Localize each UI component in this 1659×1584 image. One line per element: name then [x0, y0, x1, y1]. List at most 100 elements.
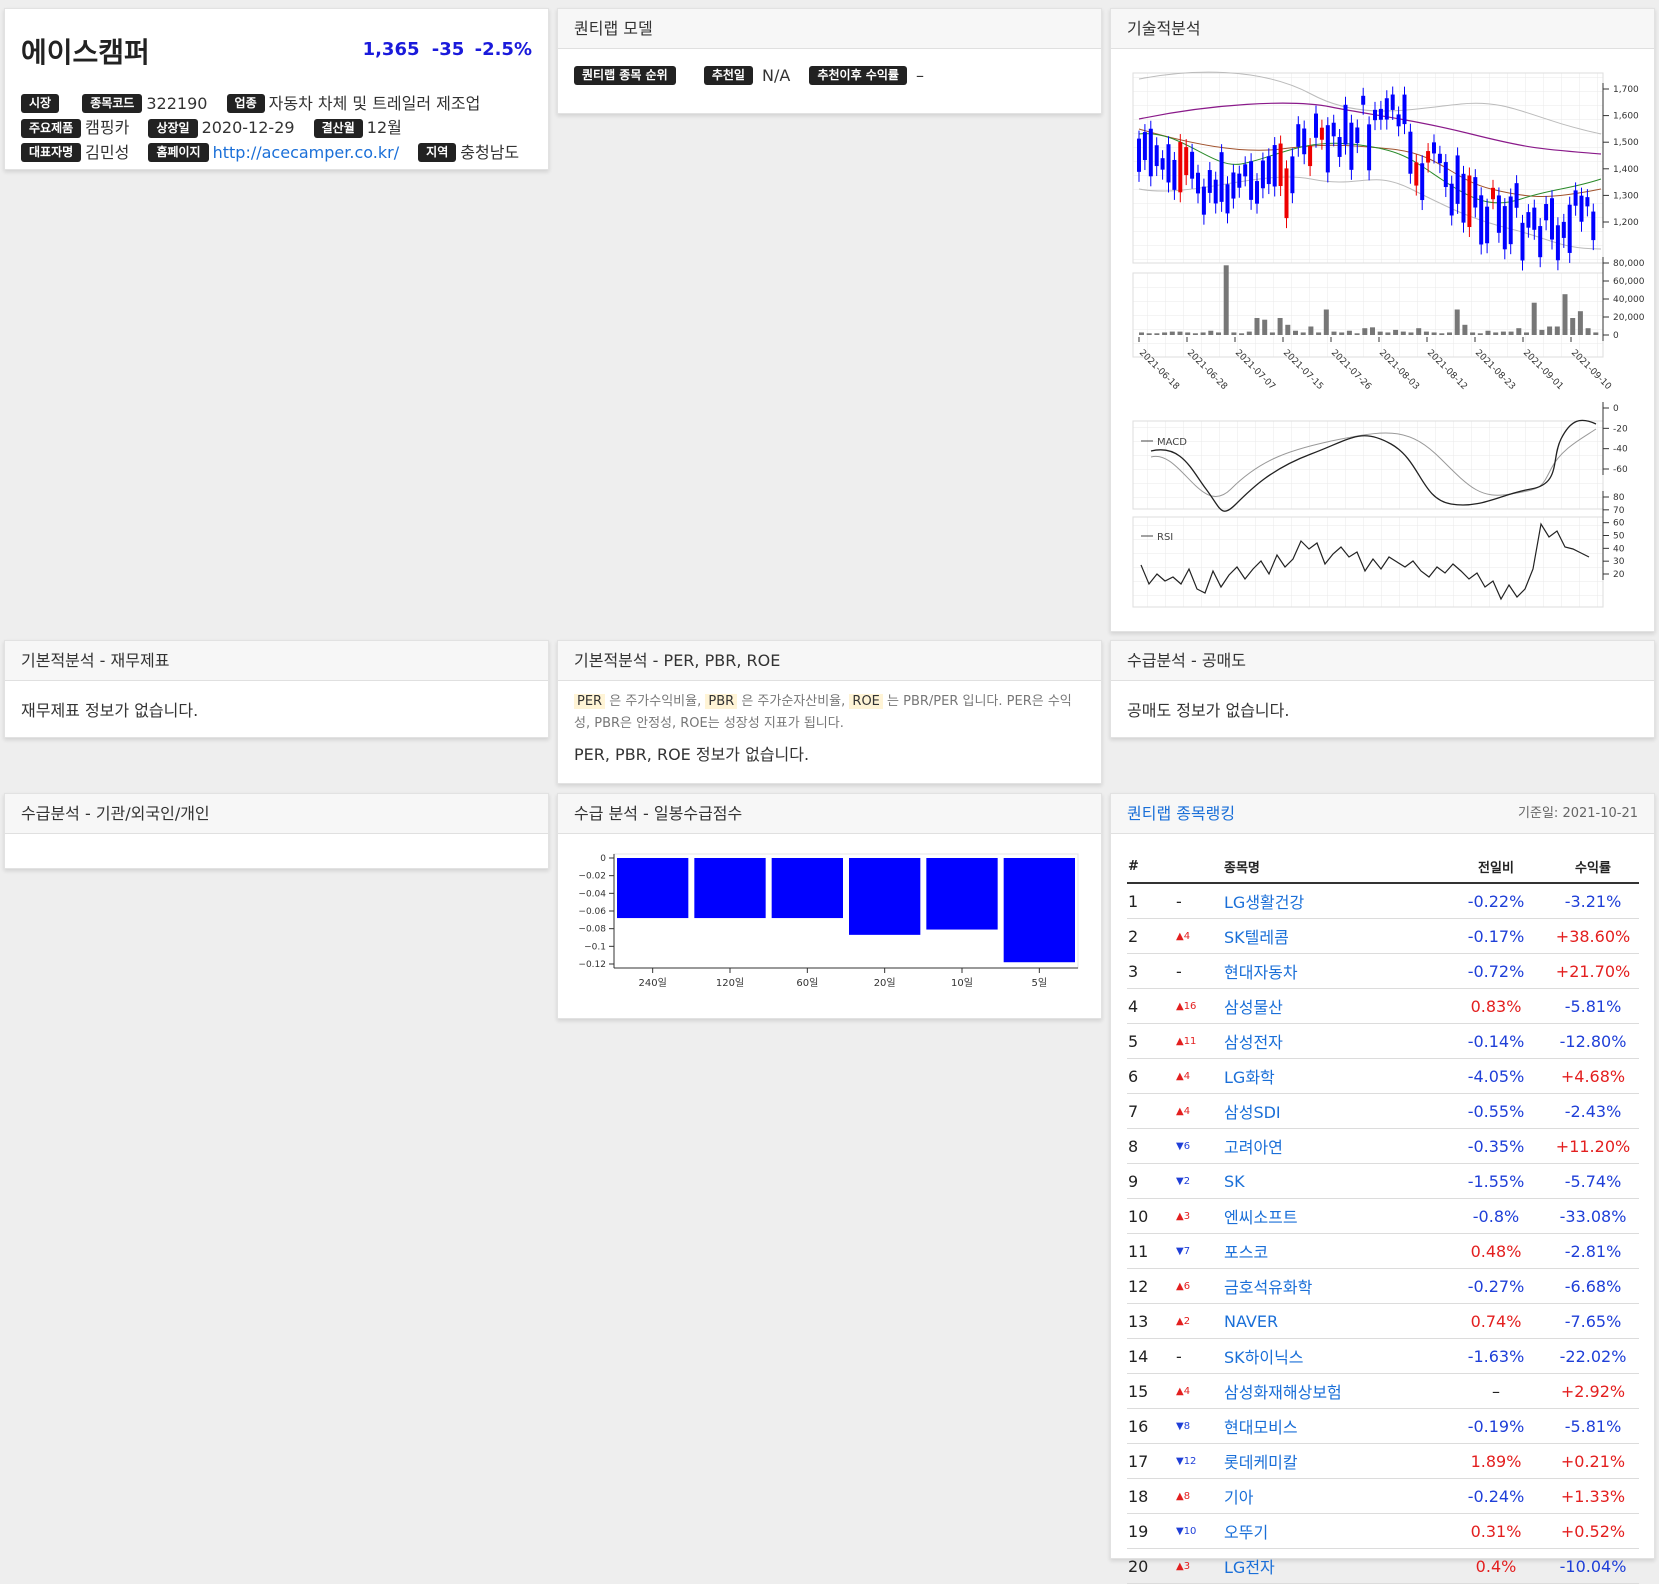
volume-bar	[1346, 330, 1352, 335]
candle-body	[1308, 146, 1313, 167]
fiscal-badge: 결산월	[313, 118, 363, 138]
ranking-row[interactable]: 2 ▲4 SK텔레콤 -0.17% +38.60%	[1127, 918, 1639, 954]
homepage-link[interactable]: http://acecamper.co.kr/	[213, 143, 399, 162]
ranking-row[interactable]: 1- LG생활건강 -0.22% -3.21%	[1127, 883, 1639, 919]
rsi-axis: 80 70 60 50 40 30 20	[1602, 491, 1625, 580]
volume-bar	[1554, 326, 1560, 335]
volume-bar	[1239, 333, 1245, 335]
ranking-row[interactable]: 6 ▲4 LG화학 -4.05% +4.68%	[1127, 1058, 1639, 1094]
rank-move: ▲4	[1175, 918, 1223, 954]
rank-number: 10	[1127, 1198, 1175, 1234]
candle-body	[1414, 162, 1419, 186]
volume-bar	[1377, 331, 1383, 335]
ceo-value: 김민성	[85, 142, 130, 162]
stock-name-link[interactable]: SK하이닉스	[1223, 1338, 1445, 1374]
stock-name-link[interactable]: 포스코	[1223, 1233, 1445, 1269]
volume-bar	[1531, 302, 1537, 335]
candle-body	[1467, 175, 1472, 228]
stock-name-link[interactable]: 오뚜기	[1223, 1513, 1445, 1549]
stock-price: 1,365	[362, 39, 420, 60]
ranking-row[interactable]: 4 ▲16 삼성물산 0.83% -5.81%	[1127, 988, 1639, 1024]
ranking-row[interactable]: 12 ▲6 금호석유화학 -0.27% -6.68%	[1127, 1268, 1639, 1304]
ranking-row[interactable]: 18 ▲8 기아 -0.24% +1.33%	[1127, 1478, 1639, 1514]
ranking-date: 기준일: 2021-10-21	[1518, 806, 1638, 821]
candle-body	[1526, 212, 1531, 228]
ranking-row[interactable]: 7 ▲4 삼성SDI -0.55% -2.43%	[1127, 1093, 1639, 1129]
candle-body	[1461, 173, 1466, 223]
stock-name-link[interactable]: 현대자동차	[1223, 953, 1445, 989]
stock-name-link[interactable]: 삼성전자	[1223, 1023, 1445, 1059]
stock-name-link[interactable]: SK	[1223, 1163, 1445, 1199]
stock-name-link[interactable]: 삼성화재해상보험	[1223, 1373, 1445, 1409]
ranking-title[interactable]: 퀀티랩 종목랭킹	[1127, 804, 1235, 823]
change-cell: -4.05%	[1445, 1058, 1547, 1094]
return-cell: -5.81%	[1547, 988, 1639, 1024]
ranking-row[interactable]: 14- SK하이닉스 -1.63% -22.02%	[1127, 1338, 1639, 1374]
stock-name-link[interactable]: 삼성SDI	[1223, 1093, 1445, 1129]
stock-name-link[interactable]: NAVER	[1223, 1303, 1445, 1339]
stock-name-link[interactable]: LG전자	[1223, 1548, 1445, 1584]
stock-name-link[interactable]: SK텔레콤	[1223, 918, 1445, 954]
return-cell: +0.21%	[1547, 1443, 1639, 1479]
candle-body	[1343, 104, 1348, 145]
change-cell: -1.55%	[1445, 1163, 1547, 1199]
change-cell: -0.8%	[1445, 1198, 1547, 1234]
product-value: 캠핑카	[85, 118, 130, 137]
ranking-row[interactable]: 8 ▼6 고려아연 -0.35% +11.20%	[1127, 1128, 1639, 1164]
candle-body	[1166, 144, 1171, 183]
per-description: PER 은 주가수익비율, PBR 은 주가순자산비율, ROE 는 PBR/P…	[574, 691, 1085, 735]
ranking-row[interactable]: 16 ▼8 현대모비스 -0.19% -5.81%	[1127, 1408, 1639, 1444]
stock-name-link[interactable]: 기아	[1223, 1478, 1445, 1514]
stock-name-link[interactable]: 삼성물산	[1223, 988, 1445, 1024]
axis-tick-label: 20	[1613, 570, 1625, 580]
ranking-row[interactable]: 3- 현대자동차 -0.72% +21.70%	[1127, 953, 1639, 989]
volume-bar	[1539, 329, 1545, 335]
stock-name-link[interactable]: 고려아연	[1223, 1128, 1445, 1164]
volume-bar	[1370, 327, 1375, 335]
candle-body	[1201, 186, 1206, 215]
volume-bar	[1169, 331, 1175, 335]
ranking-row[interactable]: 10 ▲3 엔씨소프트 -0.8% -33.08%	[1127, 1198, 1639, 1234]
change-cell: -0.27%	[1445, 1268, 1547, 1304]
score-bar	[849, 858, 921, 935]
axis-tick-label: 50	[1613, 532, 1625, 542]
col-move	[1175, 850, 1223, 884]
return-cell: -2.43%	[1547, 1093, 1639, 1129]
rank-number: 3	[1127, 953, 1175, 989]
ranking-row[interactable]: 20 ▲3 LG전자 0.4% -10.04%	[1127, 1548, 1639, 1584]
ranking-row[interactable]: 13 ▲2 NAVER 0.74% -7.65%	[1127, 1303, 1639, 1339]
ranking-row[interactable]: 9 ▼2 SK -1.55% -5.74%	[1127, 1163, 1639, 1199]
candle-body	[1432, 142, 1436, 154]
stock-name-link[interactable]: 엔씨소프트	[1223, 1198, 1445, 1234]
ranking-row[interactable]: 11 ▼7 포스코 0.48% -2.81%	[1127, 1233, 1639, 1269]
score-x-tick-label: 5일	[1032, 977, 1048, 989]
return-cell: +1.33%	[1547, 1478, 1639, 1514]
stock-name-link[interactable]: 롯데케미칼	[1223, 1443, 1445, 1479]
rank-move: ▼10	[1175, 1513, 1223, 1549]
stock-name-link[interactable]: 현대모비스	[1223, 1408, 1445, 1444]
candle-body	[1319, 127, 1324, 140]
candle-body	[1426, 151, 1431, 163]
volume-axis: 80,000 60,000 40,000 20,000 0	[1602, 257, 1645, 341]
per-title: 기본적분석 - PER, PBR, ROE	[558, 641, 1101, 681]
ranking-row[interactable]: 5 ▲11 삼성전자 -0.14% -12.80%	[1127, 1023, 1639, 1059]
candle-body	[1402, 94, 1407, 125]
stock-name-link[interactable]: LG생활건강	[1223, 883, 1445, 919]
ranking-row[interactable]: 17 ▼12 롯데케미칼 1.89% +0.21%	[1127, 1443, 1639, 1479]
axis-tick-label: -40	[1613, 445, 1628, 455]
candle-body	[1178, 142, 1183, 193]
candle-body	[1367, 124, 1372, 171]
candle-body	[1290, 156, 1295, 194]
ranking-row[interactable]: 19 ▼10 오뚜기 0.31% +0.52%	[1127, 1513, 1639, 1549]
rank-move: ▲8	[1175, 1478, 1223, 1514]
price-axis: 1,700 1,600 1,500 1,400 1,300 1,200	[1602, 83, 1639, 228]
candle-body	[1361, 95, 1366, 105]
rank-number: 6	[1127, 1058, 1175, 1094]
change-cell: -0.14%	[1445, 1023, 1547, 1059]
stock-name-link[interactable]: 금호석유화학	[1223, 1268, 1445, 1304]
return-badge: 추천이후 수익률	[809, 66, 907, 85]
ranking-row[interactable]: 15 ▲4 삼성화재해상보험 – +2.92%	[1127, 1373, 1639, 1409]
region-value: 충청남도	[460, 142, 520, 162]
ceo-badge: 대표자명	[21, 143, 82, 162]
stock-name-link[interactable]: LG화학	[1223, 1058, 1445, 1094]
